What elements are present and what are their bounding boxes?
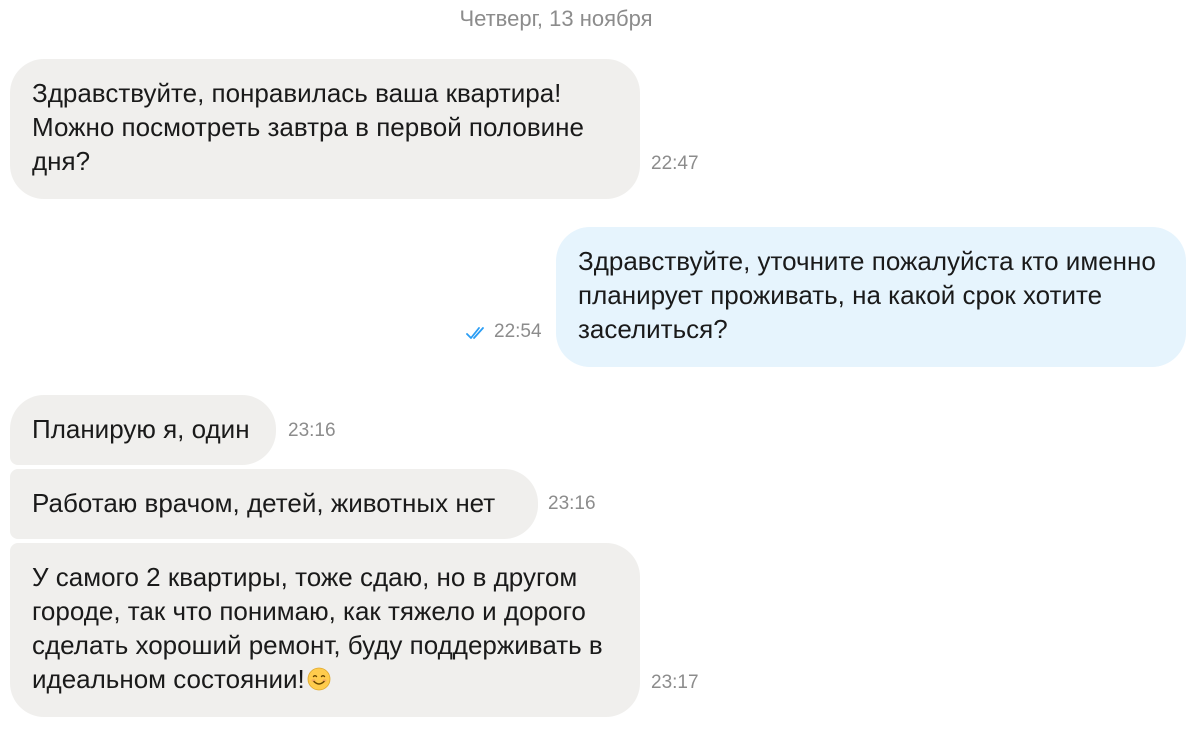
message-time: 22:47 <box>651 153 699 174</box>
double-check-icon <box>466 327 484 339</box>
message-time-status: 22:54 <box>466 320 542 344</box>
message-text: Планирую я, один <box>32 414 250 444</box>
date-separator: Четверг, 13 ноября <box>459 6 653 31</box>
message-bubble-incoming[interactable]: Здравствуйте, понравилась ваша квартира!… <box>10 59 640 199</box>
message-time: 23:16 <box>548 493 596 514</box>
smiling-face-icon <box>307 667 331 691</box>
message-text: Здравствуйте, уточните пожалуйста кто им… <box>578 246 1156 344</box>
chat-thread: Четверг, 13 ноября Здравствуйте, понрави… <box>0 0 1200 733</box>
message-text: Здравствуйте, понравилась ваша квартира!… <box>32 78 584 176</box>
message-bubble-outgoing[interactable]: Здравствуйте, уточните пожалуйста кто им… <box>556 227 1186 367</box>
message-bubble-incoming[interactable]: Планирую я, один <box>10 395 276 465</box>
message-time: 22:54 <box>494 321 542 342</box>
message-bubble-incoming[interactable]: У самого 2 квартиры, тоже сдаю, но в дру… <box>10 543 640 717</box>
message-bubble-incoming[interactable]: Работаю врачом, детей, животных нет <box>10 469 538 539</box>
message-time: 23:16 <box>288 420 336 441</box>
message-text: У самого 2 квартиры, тоже сдаю, но в дру… <box>32 560 618 696</box>
message-time: 23:17 <box>651 672 699 693</box>
message-text: Работаю врачом, детей, животных нет <box>32 488 496 518</box>
